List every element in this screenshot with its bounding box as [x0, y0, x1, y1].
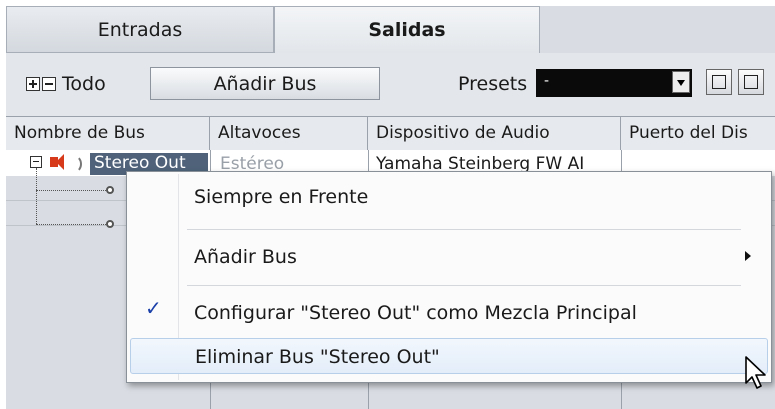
tab-bar-filler — [540, 6, 775, 54]
menu-item-label: Configurar "Stereo Out" como Mezcla Prin… — [194, 302, 637, 324]
menu-item-label: Añadir Bus — [194, 246, 297, 268]
column-header-speakers[interactable]: Altavoces — [210, 117, 368, 150]
store-preset-button[interactable] — [706, 69, 732, 95]
expand-all-icon[interactable] — [26, 77, 40, 91]
connector-icon — [106, 186, 114, 194]
tab-salidas-label: Salidas — [368, 19, 446, 41]
tree-line — [36, 190, 106, 191]
tab-entradas[interactable]: Entradas — [6, 6, 274, 53]
menu-item-set-main-mix[interactable]: ✓ Configurar "Stereo Out" como Mezcla Pr… — [127, 294, 771, 330]
context-menu: Siempre en Frente Añadir Bus ✓ Configura… — [126, 171, 772, 383]
speaker-icon — [50, 154, 64, 170]
remove-preset-button[interactable] — [738, 69, 764, 95]
table-header: Nombre de Bus Altavoces Dispositivo de A… — [6, 116, 775, 151]
column-header-bus-name[interactable]: Nombre de Bus — [6, 117, 210, 150]
sound-waves-icon — [66, 155, 82, 173]
checkmark-icon: ✓ — [145, 296, 162, 320]
menu-separator — [187, 285, 741, 286]
mouse-cursor-icon — [745, 356, 766, 389]
menu-separator — [187, 229, 741, 230]
presets-label: Presets — [458, 73, 528, 95]
menu-item-always-on-top[interactable]: Siempre en Frente — [127, 178, 771, 214]
tree-line — [36, 224, 106, 225]
column-header-audio-device[interactable]: Dispositivo de Audio — [368, 117, 621, 150]
collapse-row-icon[interactable] — [30, 156, 42, 168]
menu-item-add-bus[interactable]: Añadir Bus — [127, 238, 771, 274]
menu-item-remove-bus[interactable]: Eliminar Bus "Stereo Out" — [130, 338, 768, 374]
connector-icon — [106, 220, 114, 228]
presets-select[interactable]: - — [536, 69, 692, 97]
chevron-right-icon — [745, 251, 751, 261]
collapse-all-icon[interactable] — [42, 77, 56, 91]
menu-item-label: Eliminar Bus "Stereo Out" — [195, 346, 440, 368]
chevron-down-icon[interactable] — [672, 71, 690, 93]
menu-item-label: Siempre en Frente — [194, 186, 369, 208]
tab-salidas[interactable]: Salidas — [274, 6, 540, 53]
add-bus-button[interactable]: Añadir Bus — [150, 67, 380, 100]
column-header-device-port[interactable]: Puerto del Dis — [621, 117, 775, 150]
tab-entradas-label: Entradas — [97, 19, 183, 41]
todo-label: Todo — [62, 73, 106, 95]
presets-select-value: - — [544, 73, 550, 89]
toolbar: Todo Añadir Bus Presets - — [6, 53, 775, 116]
minus-box-icon — [744, 75, 758, 89]
plus-box-icon — [712, 75, 726, 89]
add-bus-button-label: Añadir Bus — [213, 72, 317, 95]
tree-line — [36, 168, 37, 224]
